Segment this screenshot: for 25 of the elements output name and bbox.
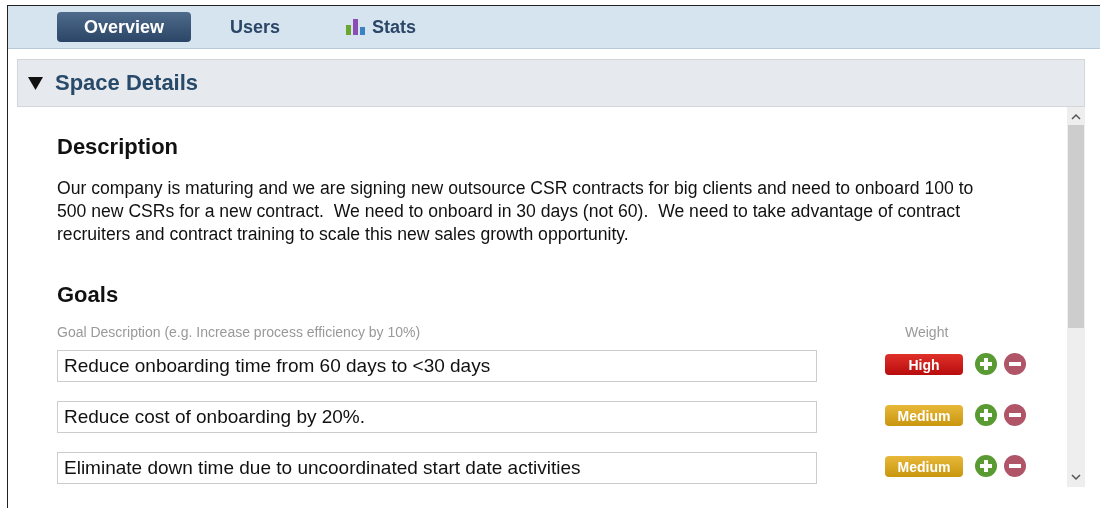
add-icon[interactable]	[975, 455, 997, 477]
description-text: Our company is maturing and we are signing new outsource CSR contracts for big clients and need to onboard 100 to 500 new CSRs for a new contract. We need to onboard in 30 days (not 60). We need to take advantage of contract recruiters and contract training to scale this new sales growth opportunity.	[57, 177, 975, 246]
section-title: Space Details	[55, 70, 199, 96]
tab[interactable]: Stats	[319, 12, 444, 42]
goal-field[interactable]: Reduce cost of onboarding by 20%.	[57, 401, 817, 433]
triangle-icon	[28, 76, 43, 90]
add-icon[interactable]	[975, 353, 997, 375]
goal-field[interactable]: Eliminate down time due to uncoordinated start date activities	[57, 452, 817, 484]
chevron-up-icon[interactable]	[1071, 113, 1081, 121]
remove-icon[interactable]	[1004, 353, 1026, 375]
remove-icon[interactable]	[1004, 455, 1026, 477]
tab[interactable]: Overview	[57, 12, 192, 42]
bar-chart-icon	[346, 19, 367, 35]
section-heading: Goals	[57, 282, 120, 308]
column-header: Goal Description (e.g. Increase process efficiency by 10%)	[57, 324, 422, 340]
goal-field[interactable]: Reduce onboarding time from 60 days to <30 days	[57, 350, 817, 382]
column-header: Weight	[905, 324, 949, 340]
tab[interactable]: Users	[203, 12, 308, 42]
remove-icon[interactable]	[1004, 404, 1026, 426]
weight-button[interactable]: High	[885, 354, 963, 375]
scrollbar[interactable]	[1067, 107, 1085, 487]
add-icon[interactable]	[975, 404, 997, 426]
section-heading: Description	[57, 134, 180, 160]
chevron-down-icon[interactable]	[1071, 473, 1081, 481]
section-header[interactable]: Space Details	[17, 59, 1085, 107]
